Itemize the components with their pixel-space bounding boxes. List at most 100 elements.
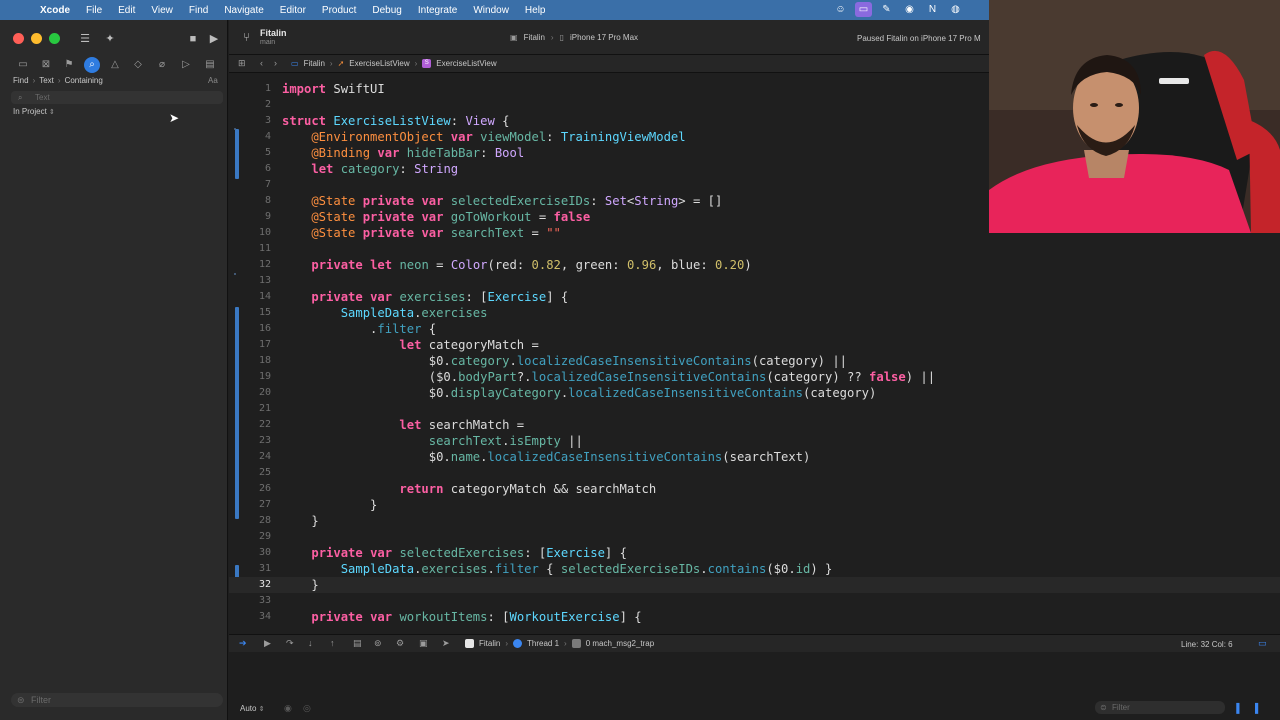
menu-file[interactable]: File	[78, 5, 110, 16]
zoom-window-button[interactable]	[49, 33, 60, 44]
close-window-button[interactable]	[13, 33, 24, 44]
menu-debug[interactable]: Debug	[364, 5, 409, 16]
debug-tab-icon[interactable]: ⌀	[153, 57, 171, 73]
environment-overrides-icon[interactable]: ⚙	[396, 638, 404, 649]
tests-tab-icon[interactable]: ◇	[129, 57, 147, 73]
find-type[interactable]: Text	[39, 76, 54, 85]
vpn-icon[interactable]: ◉	[901, 2, 918, 17]
screen-record-icon[interactable]: ▭	[855, 2, 872, 17]
cursor-position: Line: 32 Col: 6	[1181, 640, 1233, 649]
menu-integrate[interactable]: Integrate	[410, 5, 465, 16]
code-line: @State private var searchText = ""	[282, 226, 561, 240]
variables-view-selector[interactable]: Auto ⇕	[240, 704, 265, 713]
navigator-filter-placeholder: Filter	[31, 695, 51, 705]
simulate-location-icon[interactable]: ▣	[419, 638, 428, 649]
mouse-pointer-icon: ➤	[169, 111, 180, 125]
minimize-window-button[interactable]	[31, 33, 42, 44]
menu-editor[interactable]: Editor	[272, 5, 314, 16]
webcam-overlay	[989, 0, 1280, 233]
variables-mode-label: Auto	[240, 704, 257, 713]
line-number: 6	[264, 163, 271, 174]
console-filter-input[interactable]: ⊜ Filter	[1095, 701, 1225, 714]
source-control-tab-icon[interactable]: ⊠	[37, 57, 55, 73]
destination-name[interactable]: iPhone 17 Pro Max	[570, 33, 638, 42]
breakpoints-toggle-icon[interactable]: ➔	[239, 638, 247, 649]
menu-window[interactable]: Window	[465, 5, 517, 16]
show-variables-icon[interactable]: ▐	[1233, 703, 1239, 713]
code-line: struct ExerciseListView: View {	[282, 114, 510, 128]
code-line: searchText.isEmpty ||	[428, 434, 583, 448]
breadcrumb-file[interactable]: ExerciseListView	[349, 59, 409, 68]
forward-icon[interactable]: ›	[274, 58, 277, 68]
debug-thread[interactable]: Thread 1	[527, 639, 559, 648]
line-number: 19	[258, 371, 271, 382]
match-case-toggle[interactable]: Aa	[208, 76, 218, 85]
step-over-icon[interactable]: ↷	[286, 638, 294, 649]
scheme-selector[interactable]: ▣ Fitalin › ▯ iPhone 17 Pro Max	[510, 33, 638, 42]
code-line: let categoryMatch =	[399, 338, 539, 352]
line-number: 3	[264, 115, 271, 126]
line-number: 27	[258, 499, 271, 510]
breadcrumb-project[interactable]: Fitalin	[304, 59, 325, 68]
debug-target[interactable]: Fitalin	[479, 639, 500, 648]
find-match[interactable]: Containing	[65, 76, 103, 85]
step-out-icon[interactable]: ↑	[330, 638, 335, 648]
device-icon: ▯	[559, 33, 564, 42]
project-branch[interactable]: main	[260, 39, 275, 46]
search-scope-selector[interactable]: In Project ⇕	[13, 107, 55, 116]
assistant-sparkle-icon[interactable]: ✦	[101, 30, 119, 48]
bookmark-tab-icon[interactable]: ⚑	[60, 57, 78, 73]
navigator-toggle-icon[interactable]: ☰	[76, 30, 94, 48]
face-id-icon[interactable]: ☺	[832, 2, 849, 17]
navigator-filter-input[interactable]: ⊜ Filter	[11, 693, 223, 707]
project-title[interactable]: Fitalin	[260, 28, 287, 38]
issues-tab-icon[interactable]: △	[106, 57, 124, 73]
info-icon[interactable]: ◉	[284, 703, 292, 714]
find-search-input[interactable]: ⌕ Text	[11, 91, 223, 104]
eye-icon[interactable]: ◎	[303, 703, 311, 714]
breakpoints-tab-icon[interactable]: ▷	[177, 57, 195, 73]
menu-navigate[interactable]: Navigate	[216, 5, 271, 16]
menu-product[interactable]: Product	[314, 5, 364, 16]
back-icon[interactable]: ‹	[260, 58, 263, 68]
menu-help[interactable]: Help	[517, 5, 554, 16]
console-filter-placeholder: Filter	[1112, 703, 1130, 712]
code-line: .filter {	[282, 322, 437, 336]
n-app-icon[interactable]: N	[924, 2, 941, 17]
run-icon[interactable]: ▶	[205, 30, 223, 48]
debug-frame[interactable]: 0 mach_msg2_trap	[586, 639, 654, 648]
line-number: 26	[258, 483, 271, 494]
scheme-name[interactable]: Fitalin	[524, 33, 545, 42]
line-number: 32	[258, 579, 271, 590]
toggle-debug-area-icon[interactable]: ▭	[1258, 638, 1267, 649]
memory-graph-icon[interactable]: ⊚	[374, 638, 382, 649]
reports-tab-icon[interactable]: ▤	[201, 57, 219, 73]
pen-icon[interactable]: ✎	[878, 2, 895, 17]
location-icon[interactable]: ➤	[442, 638, 450, 649]
debug-view-hierarchy-icon[interactable]: ▤	[353, 638, 362, 649]
chevron-updown-icon: ⇕	[49, 109, 55, 116]
menu-view[interactable]: View	[143, 5, 181, 16]
menu-app-name[interactable]: Xcode	[40, 5, 78, 16]
code-line: $0.category.localizedCaseInsensitiveCont…	[282, 354, 848, 368]
menu-find[interactable]: Find	[181, 5, 216, 16]
line-number: 5	[264, 147, 271, 158]
project-folder-icon: ▭	[291, 59, 299, 68]
find-search-placeholder: Text	[35, 93, 50, 102]
related-items-icon[interactable]: ⊞	[238, 58, 246, 69]
stop-icon[interactable]: ■	[184, 30, 202, 48]
find-tab-icon[interactable]: ⌕	[84, 57, 100, 73]
debug-console-area: Auto ⇕ ◉ ◎ ⊜ Filter ▐ ▌	[229, 652, 1280, 720]
breadcrumb-symbol[interactable]: ExerciseListView	[436, 59, 496, 68]
dot-menu-icon[interactable]: ◍	[947, 2, 964, 17]
continue-icon[interactable]: ▶︎	[264, 638, 271, 649]
line-number: 34	[258, 611, 271, 622]
line-number: 10	[258, 227, 271, 238]
line-number: 33	[258, 595, 271, 606]
menu-edit[interactable]: Edit	[110, 5, 143, 16]
code-line: }	[282, 498, 378, 512]
find-mode[interactable]: Find	[13, 76, 29, 85]
step-into-icon[interactable]: ↓	[308, 638, 313, 648]
folder-tab-icon[interactable]: ▭	[14, 57, 32, 73]
show-console-icon[interactable]: ▌	[1255, 703, 1261, 713]
